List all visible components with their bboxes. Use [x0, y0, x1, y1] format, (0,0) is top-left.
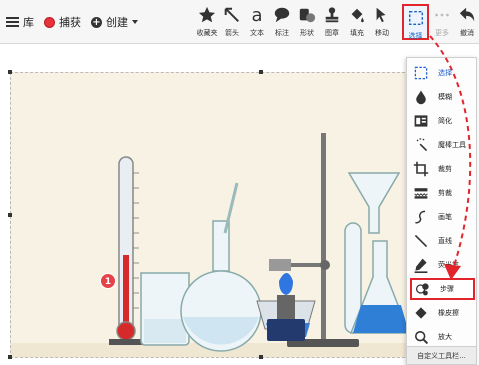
move-icon	[376, 7, 386, 23]
tool-label: 撤消	[460, 29, 474, 37]
star-icon	[198, 6, 216, 23]
more-tools-dropdown: 选择 模糊 简化 魔棒工具 裁剪 剪裁 画笔 直线 荧光笔 步骤 橡皮擦 放大 …	[406, 57, 477, 365]
dropdown-item-label: 画笔	[438, 213, 452, 221]
tool-label: 形状	[300, 29, 314, 37]
undo-icon	[459, 7, 475, 22]
dropdown-item-label: 剪裁	[438, 189, 452, 197]
menu-icon	[6, 17, 19, 27]
more-icon	[435, 13, 449, 17]
snagit-editor: 库 捕获 + 创建 收藏夹 箭头 a 文本 标注 形状 图章 填充 移动 选择 …	[0, 0, 479, 365]
magnify-icon	[415, 331, 429, 345]
tool-shape[interactable]: 形状	[295, 3, 319, 41]
dropdown-item-label: 简化	[438, 117, 452, 125]
dropdown-item-magic-wand[interactable]: 魔棒工具	[410, 134, 475, 156]
fill-icon	[351, 8, 364, 23]
library-button[interactable]: 库	[6, 14, 34, 30]
selection-icon	[414, 66, 428, 80]
svg-text:a: a	[251, 5, 262, 25]
capture-label: 捕获	[59, 16, 81, 29]
tool-callout[interactable]: 标注	[270, 3, 294, 41]
tool-label: 填充	[350, 29, 364, 37]
create-label: 创建	[106, 16, 128, 29]
pen-icon	[415, 210, 426, 224]
dropdown-item-label: 直线	[438, 237, 452, 245]
image-canvas[interactable]	[8, 70, 410, 359]
resize-handle[interactable]	[8, 355, 12, 359]
eraser-icon	[415, 307, 427, 319]
tool-stamp[interactable]: 图章	[320, 3, 344, 41]
shape-icon	[299, 8, 316, 23]
resize-handle[interactable]	[259, 355, 263, 359]
callout-icon	[274, 7, 290, 23]
dropdown-item-magnify[interactable]: 放大	[410, 326, 475, 348]
tool-label: 文本	[250, 29, 264, 37]
tool-favorites[interactable]: 收藏夹	[195, 3, 219, 41]
dropdown-item-blur[interactable]: 模糊	[410, 86, 475, 108]
chevron-down-icon	[132, 20, 138, 24]
capture-button[interactable]: 捕获	[44, 14, 81, 30]
tool-select[interactable]: 选择	[402, 4, 429, 40]
tool-label: 图章	[325, 29, 339, 37]
tool-label: 标注	[275, 29, 289, 37]
tool-label: 移动	[375, 29, 389, 37]
selection-icon	[408, 10, 423, 26]
blur-drop-icon	[416, 90, 426, 105]
line-icon	[414, 234, 428, 248]
stamp-icon	[325, 7, 339, 23]
tool-text[interactable]: a 文本	[245, 3, 269, 41]
dropdown-item-label: 荧光笔	[438, 261, 459, 269]
simplify-icon	[414, 115, 428, 127]
dropdown-item-label: 选择	[438, 69, 452, 77]
lab-equipment-illustration	[11, 133, 409, 357]
resize-handle[interactable]	[8, 213, 12, 217]
dropdown-item-label: 魔棒工具	[438, 141, 466, 149]
dropdown-item-eraser[interactable]: 橡皮擦	[410, 302, 475, 324]
tool-label: 选择	[408, 32, 423, 40]
dropdown-item-label: 橡皮擦	[438, 309, 459, 317]
cut-out-icon	[414, 188, 428, 199]
dropdown-item-highlighter[interactable]: 荧光笔	[410, 254, 475, 276]
dropdown-item-label: 裁剪	[438, 165, 452, 173]
dropdown-item-simplify[interactable]: 简化	[410, 110, 475, 132]
text-a-icon: a	[251, 5, 262, 25]
dropdown-item-select[interactable]: 选择	[410, 62, 475, 84]
toolbar: 库 捕获 + 创建 收藏夹 箭头 a 文本 标注 形状 图章 填充 移动 选择 …	[0, 0, 479, 44]
crop-icon	[413, 161, 429, 177]
toolbar-left: 库 捕获 + 创建	[6, 14, 148, 30]
dropdown-item-pen[interactable]: 画笔	[410, 206, 475, 228]
create-button[interactable]: + 创建	[91, 14, 138, 30]
magic-wand-icon	[416, 138, 428, 152]
dropdown-item-crop[interactable]: 裁剪	[410, 158, 475, 180]
customize-toolbar-button[interactable]: 自定义工具栏...	[407, 346, 476, 364]
tool-undo[interactable]: 撤消	[455, 3, 479, 41]
tool-move[interactable]: 移动	[370, 3, 394, 41]
tool-arrow[interactable]: 箭头	[220, 3, 244, 41]
tool-fill[interactable]: 填充	[345, 3, 369, 41]
tool-more[interactable]: 更多	[430, 3, 454, 41]
tool-label: 收藏夹	[196, 29, 218, 37]
step-badge[interactable]: 1	[100, 273, 116, 289]
dropdown-item-line[interactable]: 直线	[410, 230, 475, 252]
arrow-icon	[224, 7, 240, 23]
dropdown-item-label: 放大	[438, 333, 452, 341]
tool-label: 箭头	[225, 29, 239, 37]
record-icon	[44, 16, 55, 28]
resize-handle[interactable]	[259, 70, 263, 74]
tool-label: 更多	[435, 29, 449, 37]
highlighter-icon	[414, 258, 428, 273]
dropdown-item-step[interactable]: 步骤	[410, 278, 475, 300]
customize-toolbar-label: 自定义工具栏...	[417, 351, 466, 360]
resize-handle[interactable]	[8, 70, 12, 74]
step-icon	[415, 283, 429, 296]
plus-icon: +	[91, 16, 102, 28]
dropdown-item-label: 模糊	[438, 93, 452, 101]
dropdown-item-cut-out[interactable]: 剪裁	[410, 182, 475, 204]
dropdown-item-label: 步骤	[440, 285, 454, 293]
library-label: 库	[23, 16, 34, 29]
